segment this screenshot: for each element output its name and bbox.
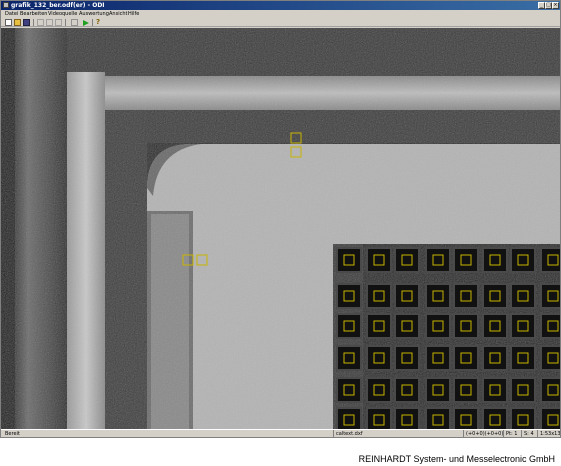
menu-bar: Datei Bearbeiten Videoquelle Auswertung … — [1, 10, 560, 18]
paste-icon[interactable] — [55, 19, 62, 26]
camera-image — [1, 28, 560, 429]
grid-cell — [394, 283, 420, 309]
menu-bearbeiten[interactable]: Bearbeiten — [20, 10, 47, 18]
menu-videoquelle[interactable]: Videoquelle — [48, 10, 77, 18]
grid-cell — [540, 313, 560, 339]
toolbar-separator — [33, 19, 34, 26]
grid-cell — [336, 407, 362, 429]
grid-cell — [453, 283, 479, 309]
grid-cell — [425, 345, 451, 371]
status-pt: Pt: 1 — [503, 430, 521, 437]
status-mode: caltext.dxf — [333, 430, 463, 437]
grid-cell — [336, 313, 362, 339]
menu-hilfe[interactable]: Hilfe — [128, 10, 139, 18]
grid-cell — [540, 407, 560, 429]
minimize-icon[interactable]: _ — [538, 2, 545, 9]
menu-auswertung[interactable]: Auswertung — [79, 10, 109, 18]
app-icon — [3, 2, 9, 8]
toolbar: ? — [1, 18, 560, 27]
status-zoom: 1:53x135 — [537, 430, 560, 437]
save-icon[interactable] — [23, 19, 30, 26]
grid-cell — [482, 407, 508, 429]
maximize-icon[interactable]: □ — [545, 2, 552, 9]
company-caption: REINHARDT System- und Messelectronic Gmb… — [358, 454, 555, 464]
stop-icon[interactable] — [71, 19, 78, 26]
grid-cell — [336, 345, 362, 371]
grid-cell — [366, 345, 392, 371]
grid-cell — [540, 283, 560, 309]
application-window: grafik_132_ber.odf(er) - ODI _ □ × Datei… — [0, 0, 561, 438]
grid-cell — [482, 345, 508, 371]
grid-cell — [366, 313, 392, 339]
grid-cell — [425, 377, 451, 403]
grid-cell — [425, 313, 451, 339]
grid-cell — [540, 247, 560, 273]
grid-cell — [425, 247, 451, 273]
grid-cell — [425, 407, 451, 429]
grid-cell — [336, 247, 362, 273]
grid-cell — [482, 313, 508, 339]
play-icon[interactable] — [83, 20, 89, 26]
grid-cell — [336, 377, 362, 403]
grid-cell — [510, 247, 536, 273]
grid-cell — [482, 247, 508, 273]
status-coords: (+0+0)(+0+0) — [463, 430, 503, 437]
grid-cell — [394, 377, 420, 403]
cut-icon[interactable] — [37, 19, 44, 26]
grid-cell — [510, 377, 536, 403]
window-title: grafik_132_ber.odf(er) - ODI — [11, 2, 105, 9]
toolbar-separator — [65, 19, 66, 26]
title-bar[interactable]: grafik_132_ber.odf(er) - ODI _ □ × — [1, 1, 560, 10]
close-icon[interactable]: × — [552, 2, 559, 9]
grid-cell — [540, 345, 560, 371]
grid-cell — [366, 247, 392, 273]
grid-cell — [510, 407, 536, 429]
grid-cell — [394, 407, 420, 429]
grid-cell — [453, 313, 479, 339]
status-scale: S: 4 — [521, 430, 537, 437]
status-bar: Bereit caltext.dxf (+0+0)(+0+0) Pt: 1 S:… — [1, 429, 560, 437]
grid-cell — [366, 377, 392, 403]
menu-ansicht[interactable]: Ansicht — [109, 10, 127, 18]
grid-cell — [482, 283, 508, 309]
grid-cell — [453, 377, 479, 403]
status-ready: Bereit — [5, 431, 20, 437]
grid-cell — [366, 407, 392, 429]
grid-cell — [510, 283, 536, 309]
grid-cell — [425, 283, 451, 309]
grid-cell — [540, 377, 560, 403]
open-icon[interactable] — [14, 19, 21, 26]
grid-cell — [510, 313, 536, 339]
grid-cell — [482, 377, 508, 403]
camera-image-view[interactable] — [1, 28, 560, 429]
grid-cell — [510, 345, 536, 371]
grid-cell — [394, 345, 420, 371]
grid-cell — [453, 407, 479, 429]
toolbar-separator — [92, 19, 93, 26]
grid-cell — [453, 247, 479, 273]
grid-cell — [366, 283, 392, 309]
copy-icon[interactable] — [46, 19, 53, 26]
grid-cell — [453, 345, 479, 371]
new-icon[interactable] — [5, 19, 12, 26]
grid-cell — [394, 247, 420, 273]
help-icon[interactable]: ? — [96, 19, 103, 26]
grid-cell — [394, 313, 420, 339]
menu-datei[interactable]: Datei — [5, 10, 18, 18]
grid-cell — [336, 283, 362, 309]
